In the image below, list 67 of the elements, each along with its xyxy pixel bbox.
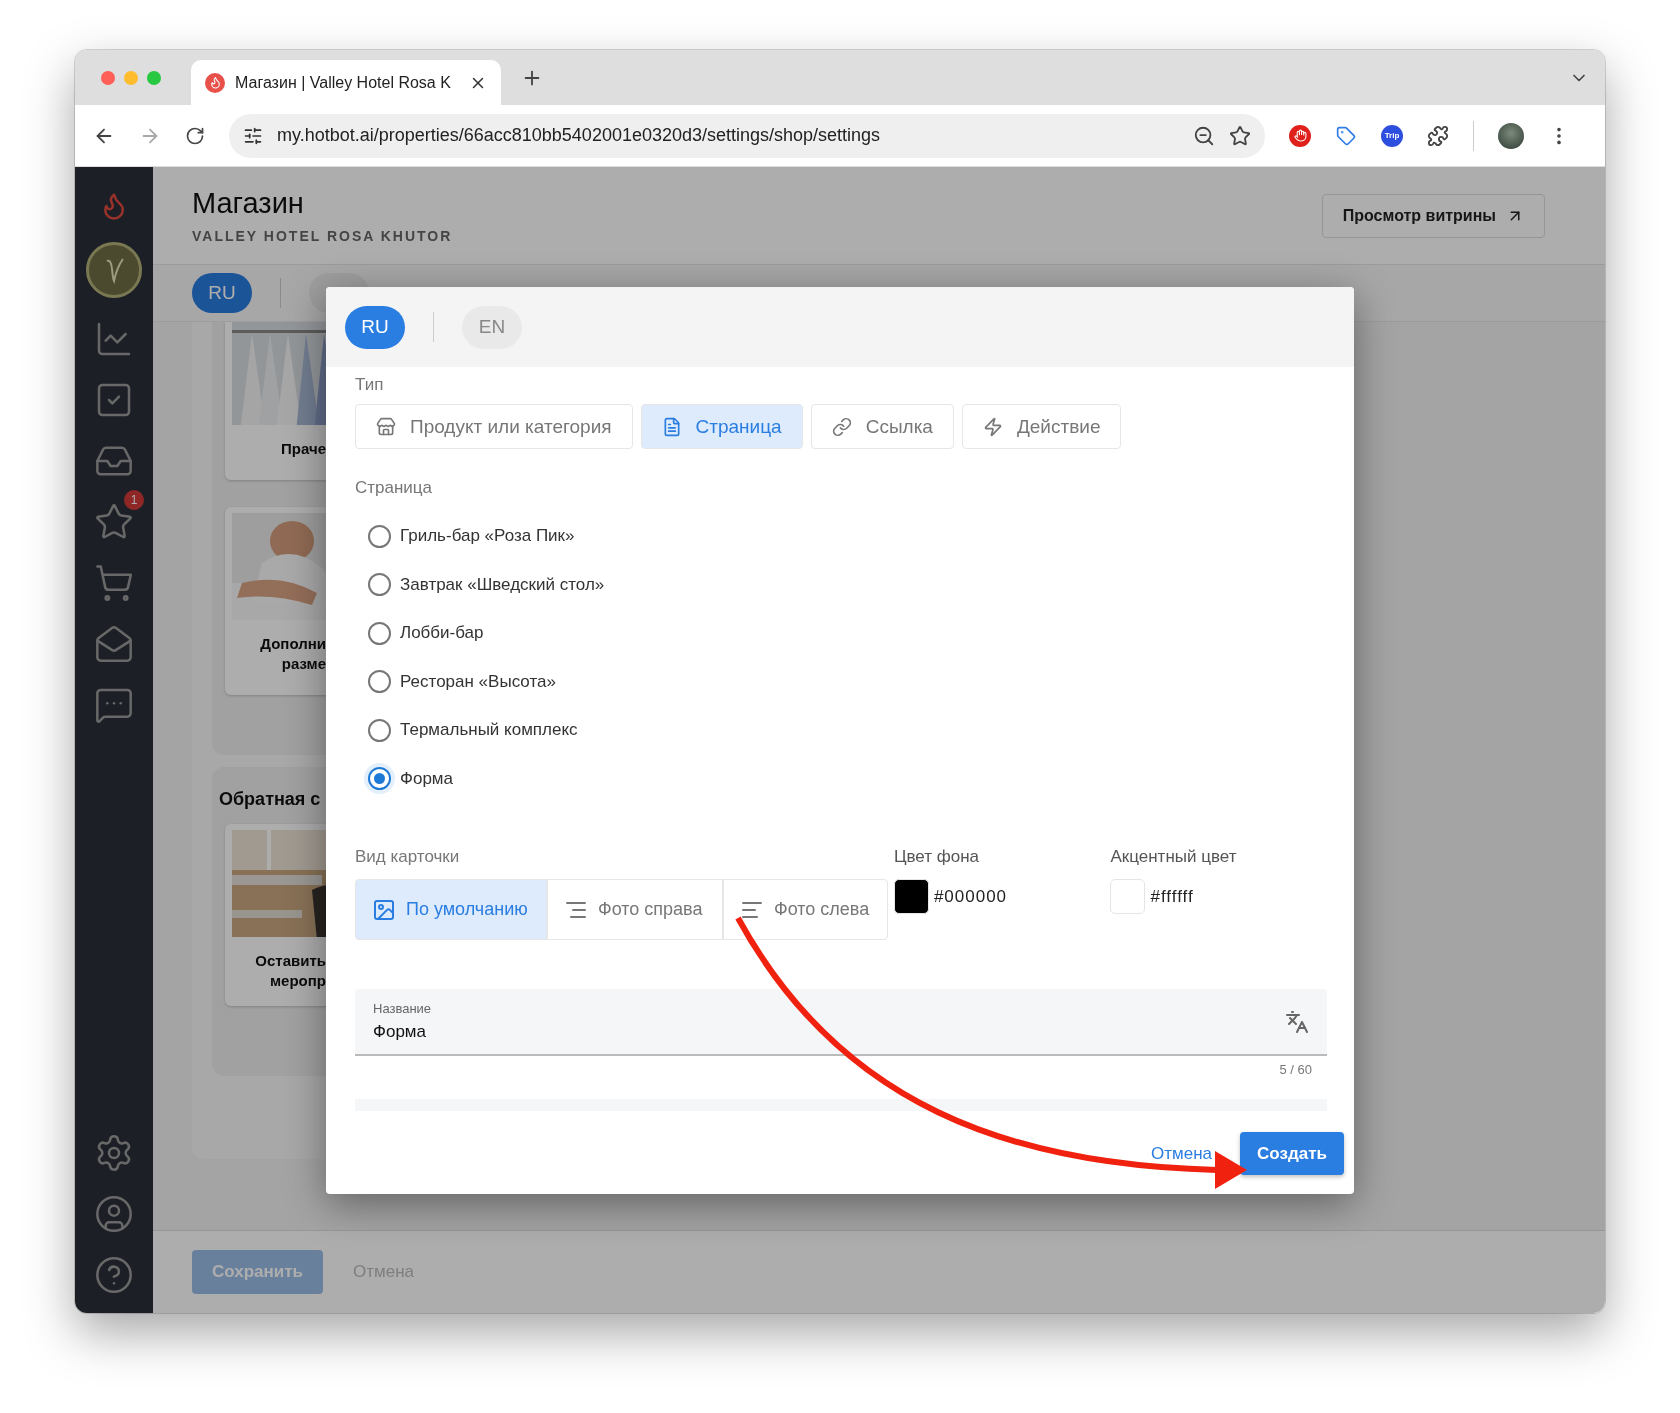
radio-button[interactable] xyxy=(368,524,391,548)
card-title: Оставить меропр xyxy=(255,951,327,991)
profile-avatar[interactable] xyxy=(1498,122,1524,149)
page-label: Страница xyxy=(355,478,434,498)
translate-icon[interactable] xyxy=(1285,1009,1309,1034)
character-counter: 5 / 60 xyxy=(1279,1062,1312,1077)
radio-button[interactable] xyxy=(368,670,391,694)
cancel-button[interactable]: Отмена xyxy=(1151,1143,1212,1164)
flame-icon xyxy=(205,72,225,93)
card-view-label: Вид карточки xyxy=(355,847,461,867)
radio-label[interactable]: Ресторан «Высота» xyxy=(400,671,556,692)
color-value: #ffffff xyxy=(1150,886,1194,907)
card-title: Праче xyxy=(281,439,327,459)
name-input[interactable]: Форма xyxy=(373,1022,1285,1042)
trip-extension-icon[interactable]: Trip xyxy=(1381,124,1403,147)
type-option[interactable]: Продукт или категория xyxy=(355,404,633,449)
name-field[interactable]: Название Форма xyxy=(355,989,1327,1056)
link-icon xyxy=(831,416,852,437)
radio-label[interactable]: Лобби-бар xyxy=(400,623,484,644)
help-icon[interactable] xyxy=(94,1255,134,1295)
envelope-icon[interactable] xyxy=(94,624,134,664)
radio-button[interactable] xyxy=(368,621,391,645)
color-value: #000000 xyxy=(933,886,1008,907)
zoom-icon[interactable] xyxy=(1193,124,1215,147)
property-logo[interactable] xyxy=(86,242,142,298)
radio-label[interactable]: Гриль-бар «Роза Пик» xyxy=(400,526,575,547)
notification-badge: 1 xyxy=(124,490,144,510)
cart-icon[interactable] xyxy=(94,563,134,603)
type-option[interactable]: Ссылка xyxy=(810,404,954,449)
bookmark-star-icon[interactable] xyxy=(1229,124,1251,147)
url-text: my.hotbot.ai/properties/66acc810bb5402001e0320d3/settings/shop/settings xyxy=(277,125,882,146)
color-label: Акцентный цвет xyxy=(1110,847,1238,867)
hotel-name: VALLEY HOTEL ROSA KHUTOR xyxy=(192,228,453,244)
card-title: Дополни разме xyxy=(260,634,327,674)
type-label: Тип xyxy=(355,375,385,395)
page-title: Магазин xyxy=(192,187,305,220)
card-view-option[interactable]: Фото справа xyxy=(547,879,723,940)
color-label: Цвет фона xyxy=(893,847,980,867)
card-view-option[interactable]: Фото слева xyxy=(723,879,888,940)
site-settings-icon[interactable] xyxy=(243,125,263,146)
radio-label[interactable]: Форма xyxy=(400,768,453,789)
field-label: Название xyxy=(373,1001,433,1016)
language-tab[interactable]: RU xyxy=(192,273,252,313)
language-tab[interactable]: RU xyxy=(345,305,405,349)
color-swatch[interactable] xyxy=(1110,879,1146,914)
color-swatch[interactable] xyxy=(893,879,929,914)
card-view-option[interactable]: По умолчанию xyxy=(355,879,547,940)
address-bar[interactable]: my.hotbot.ai/properties/66acc810bb5402001e0320d3/settings/shop/settings xyxy=(229,113,1265,158)
section-title: Обратная с xyxy=(219,789,321,810)
reload-icon[interactable] xyxy=(185,125,205,146)
browser-tab[interactable]: Магазин | Valley Hotel Rosa K xyxy=(191,60,501,105)
type-option[interactable]: Действие xyxy=(961,404,1122,449)
extensions-icon[interactable] xyxy=(1427,124,1449,147)
radio-button[interactable] xyxy=(368,718,391,742)
hand-extension-icon[interactable] xyxy=(1289,124,1311,147)
radio-label[interactable]: Термальный комплекс xyxy=(400,720,578,741)
image-icon xyxy=(372,897,396,922)
lightning-icon xyxy=(982,416,1003,437)
user-icon[interactable] xyxy=(94,1194,134,1234)
close-window-button[interactable] xyxy=(101,70,115,85)
type-option[interactable]: Страница xyxy=(640,404,803,449)
radio-button[interactable] xyxy=(368,573,391,597)
radio-label[interactable]: Завтрак «Шведский стол» xyxy=(400,574,605,595)
preview-button[interactable]: Просмотр витрины xyxy=(1321,193,1545,238)
tab-title: Магазин | Valley Hotel Rosa K xyxy=(235,73,452,92)
create-button[interactable]: Создать xyxy=(1240,1132,1344,1175)
store-icon xyxy=(376,416,396,437)
